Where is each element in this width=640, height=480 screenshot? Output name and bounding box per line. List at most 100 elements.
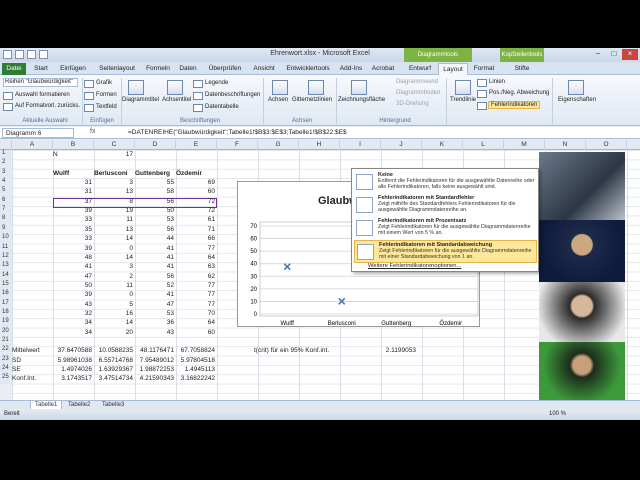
cell-stat-value[interactable]: 1.4974026	[53, 366, 92, 373]
cell-stat-value[interactable]: 6.55714768	[94, 357, 133, 364]
error-bars-standard-error-option[interactable]: Fehlerindikatoren mit Standardfehler Zei…	[354, 194, 537, 217]
chart-marker[interactable]	[283, 263, 291, 271]
column-header[interactable]: M	[504, 140, 545, 150]
cell-value[interactable]: 19	[94, 207, 133, 214]
cell-value[interactable]: 13	[94, 188, 133, 195]
cell-value[interactable]: 64	[176, 319, 215, 326]
row-header[interactable]: 12	[0, 252, 12, 263]
cell-stat-label[interactable]: SE	[12, 366, 51, 373]
cell-value[interactable]: 77	[176, 291, 215, 298]
selection-dropdown[interactable]: Reihen "Glaubwürdigkeit"	[3, 78, 78, 87]
cell-value[interactable]: 72	[176, 207, 215, 214]
cell-stat-label[interactable]: Mittelwert	[12, 347, 51, 354]
insert-shapes-button[interactable]: Formen	[96, 92, 117, 98]
cell-stat-value[interactable]: 37.6470588	[53, 347, 92, 354]
cell-value[interactable]: 5	[94, 301, 133, 308]
cell-value[interactable]: 63	[176, 263, 215, 270]
cell-value[interactable]: 3	[94, 179, 133, 186]
error-bars-standard-deviation-option[interactable]: Fehlerindikatoren mit Standardabweichung…	[354, 240, 537, 263]
cell-value[interactable]: 3	[94, 263, 133, 270]
cell-column-header[interactable]: Guttenberg	[135, 170, 174, 177]
row-header[interactable]: 1	[0, 150, 12, 160]
cell-value[interactable]: 14	[94, 235, 133, 242]
cell-value[interactable]: 11	[94, 216, 133, 223]
column-header[interactable]: L	[463, 140, 504, 150]
select-all-corner[interactable]	[0, 140, 12, 150]
column-header[interactable]: N	[545, 140, 586, 150]
cell-stat-value[interactable]: 1.63929367	[94, 366, 133, 373]
cell-value[interactable]: 66	[176, 235, 215, 242]
properties-button[interactable]: Eigenschaften	[558, 97, 596, 103]
tab-acrobat[interactable]: Acrobat	[367, 63, 399, 75]
cell-value[interactable]: 62	[176, 273, 215, 280]
column-header[interactable]: I	[340, 140, 381, 150]
row-header[interactable]: 14	[0, 271, 12, 281]
error-bars-none-option[interactable]: Keine Entfernt die Fehlerindikatoren für…	[354, 171, 537, 194]
cell-value[interactable]: 8	[94, 198, 133, 205]
cell-tcrit-label[interactable]: t(crit) für ein 95% Konf.int.	[254, 347, 329, 354]
row-header[interactable]: 16	[0, 290, 12, 300]
cell-tcrit-value[interactable]: 2.1199053	[380, 347, 416, 354]
cell-value[interactable]: 48	[53, 254, 92, 261]
row-header[interactable]: 15	[0, 280, 12, 291]
insert-picture-button[interactable]: Grafik	[96, 80, 112, 86]
cell-value[interactable]: 32	[53, 310, 92, 317]
cell-value[interactable]: 55	[135, 179, 174, 186]
cell-value[interactable]: 41	[53, 263, 92, 270]
tab-entwurf[interactable]: Entwurf	[404, 63, 436, 75]
axes-button[interactable]: Achsen	[268, 97, 288, 103]
tab-daten[interactable]: Daten	[176, 63, 200, 75]
cell-stat-value[interactable]: 3.1743517	[53, 375, 92, 382]
row-header[interactable]: 10	[0, 234, 12, 244]
tab-einfuegen[interactable]: Einfügen	[55, 63, 91, 75]
cell-value[interactable]: 77	[176, 301, 215, 308]
cell-stat-value[interactable]: 67.7058824	[176, 347, 215, 354]
tab-ansicht[interactable]: Ansicht	[250, 63, 278, 75]
tab-stifte[interactable]: Stifte	[505, 63, 539, 75]
cell-n-label[interactable]: N	[53, 151, 92, 158]
cell-value[interactable]: 35	[53, 226, 92, 233]
cell-value[interactable]: 50	[53, 282, 92, 289]
cell-value[interactable]: 16	[94, 310, 133, 317]
row-header[interactable]: 24	[0, 365, 12, 375]
row-header[interactable]: 19	[0, 318, 12, 328]
formula-input[interactable]: =DATENREIHE("Glaubwürdigkeit";Tabelle1!$…	[128, 128, 347, 138]
column-header[interactable]: B	[53, 140, 94, 150]
plot-area-button[interactable]: Zeichnungsfläche	[338, 97, 385, 103]
cell-value[interactable]: 31	[53, 179, 92, 186]
cell-stat-value[interactable]: 7.95489012	[135, 357, 174, 364]
row-header[interactable]: 5	[0, 187, 12, 197]
cell-value[interactable]: 33	[53, 235, 92, 242]
name-box[interactable]: Diagramm 6	[2, 128, 74, 138]
error-bars-button[interactable]: Fehlerindikatoren	[488, 101, 541, 109]
cell-stat-value[interactable]: 5.98961038	[53, 357, 92, 364]
row-header[interactable]: 3	[0, 168, 12, 179]
insert-textbox-button[interactable]: Textfeld	[96, 104, 117, 110]
cell-column-header[interactable]: Wulff	[53, 170, 92, 177]
row-header[interactable]: 2	[0, 159, 12, 169]
cell-value[interactable]: 56	[135, 273, 174, 280]
cell-value[interactable]: 47	[135, 301, 174, 308]
cell-stat-value[interactable]: 3.47514734	[94, 375, 133, 382]
column-header[interactable]: A	[12, 140, 53, 150]
cell-value[interactable]: 39	[53, 291, 92, 298]
cell-stat-value[interactable]: 3.16822242	[176, 375, 215, 382]
tab-seitenlayout[interactable]: Seitenlayout	[94, 63, 140, 75]
cell-value[interactable]: 70	[176, 310, 215, 317]
legend-button[interactable]: Legende	[205, 80, 228, 86]
cell-value[interactable]: 20	[94, 329, 133, 336]
row-header[interactable]: 22	[0, 346, 12, 356]
row-header[interactable]: 18	[0, 308, 12, 319]
cell-value[interactable]: 41	[135, 291, 174, 298]
error-bars-percentage-option[interactable]: Fehlerindikatoren mit Prozentsatz Zeigt …	[354, 217, 537, 240]
reset-style-button[interactable]: Auf Formatvorl. zurücks.	[15, 103, 80, 109]
cell-stat-value[interactable]: 1.98872253	[135, 366, 174, 373]
cell-value[interactable]: 77	[176, 245, 215, 252]
chart-title-button[interactable]: Diagrammtitel	[122, 97, 159, 103]
cell-value[interactable]: 0	[94, 291, 133, 298]
zoom-level[interactable]: 100 %	[549, 409, 566, 420]
tab-start[interactable]: Start	[30, 63, 52, 75]
row-header[interactable]: 13	[0, 262, 12, 272]
cell-stat-label[interactable]: Konf.Int.	[12, 375, 51, 382]
cell-value[interactable]: 47	[53, 273, 92, 280]
